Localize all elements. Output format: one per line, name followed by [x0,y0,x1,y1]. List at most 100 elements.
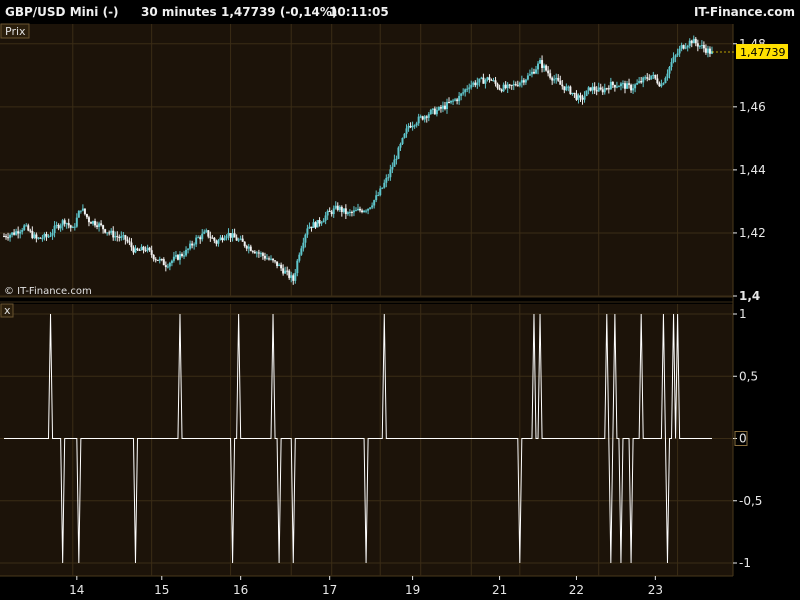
candle-body [148,247,151,251]
candle-body [565,86,568,91]
candle-body [249,246,252,251]
candle-body [209,236,212,238]
candle-body [136,248,139,251]
candle-body [369,207,372,209]
candle-body [698,45,701,47]
candle-body [314,222,317,228]
candle-body [150,250,153,255]
candle-body [615,86,618,88]
candle-body [670,62,673,67]
x-tick-label: 22 [569,583,584,597]
candle-body [640,80,643,83]
candle-body [132,247,135,253]
candle-body [662,83,665,85]
candle-body [152,254,155,260]
candle-body [112,230,115,238]
candle-body [85,214,88,218]
candle-body [494,80,497,84]
candle-body [704,48,707,53]
candle-body [253,251,256,254]
candle-body [288,270,291,278]
candle-body [126,239,129,242]
candle-body [176,255,179,260]
candle-body [7,237,10,239]
candle-body [510,85,513,87]
candle-body [534,69,537,74]
candle-body [393,159,396,167]
candle-body [308,226,311,229]
candle-body [607,88,610,90]
candle-body [555,77,558,80]
candle-body [524,79,527,83]
candle-body [692,38,695,44]
candle-body [448,101,451,103]
candle-body [342,208,345,212]
candle-body [67,223,70,226]
candle-body [466,88,469,90]
candle-body [199,237,202,240]
price-tick-label: 1,46 [739,100,766,114]
candle-body [336,205,339,210]
candle-body [478,78,481,83]
chart-area: 1,41,421,441,461,4810,50-0,5-114 15 16 17 19… [0,23,788,597]
candle-body [213,237,216,241]
candle-body [551,77,554,81]
candle-body [53,225,56,233]
candle-body [276,261,279,266]
candle-body [211,237,214,239]
candle-body [158,259,161,261]
candle-body [142,246,145,251]
candle-body [5,236,8,238]
candle-body [632,88,635,91]
candle-body [23,225,26,231]
candle-body [116,236,119,238]
candle-body [225,235,228,239]
candle-body [189,243,192,249]
candle-body [61,220,64,226]
candle-body [678,48,681,54]
candle-body [575,93,578,100]
candle-body [286,270,289,272]
candle-body [243,241,246,247]
candle-body [492,80,495,82]
candle-body [450,100,453,103]
candle-body [207,230,210,237]
candle-body [330,211,333,215]
candle-body [482,77,485,84]
candle-body [73,226,76,228]
candle-body [518,82,521,86]
candle-body [15,231,18,235]
candle-body [239,238,242,240]
candle-body [181,254,184,256]
candle-body [328,210,331,212]
candle-body [409,125,412,128]
candle-body [352,210,355,213]
candle-body [591,86,594,91]
candle-body [114,236,117,238]
candle-body [532,71,535,74]
candle-body [498,87,501,90]
candle-body [379,188,382,196]
candle-body [587,87,590,91]
candle-body [122,235,125,237]
candle-body [508,84,511,86]
indicator-tab-label[interactable]: x [4,304,11,317]
candle-body [706,48,709,53]
candle-body [486,77,489,80]
candle-body [71,227,74,229]
candle-body [29,230,32,232]
candle-body [528,74,531,76]
x-tick-label: 21 [492,583,507,597]
candle-body [621,83,624,85]
candle-body [437,107,440,111]
candle-body [474,82,477,86]
candle-body [41,238,44,240]
candle-body [445,101,448,109]
prix-tab-label[interactable]: Prix [5,25,26,38]
candle-body [553,79,556,81]
candle-body [310,226,313,228]
candle-body [168,263,171,267]
candle-body [601,89,604,93]
candle-body [462,92,465,94]
candle-body [585,90,588,96]
